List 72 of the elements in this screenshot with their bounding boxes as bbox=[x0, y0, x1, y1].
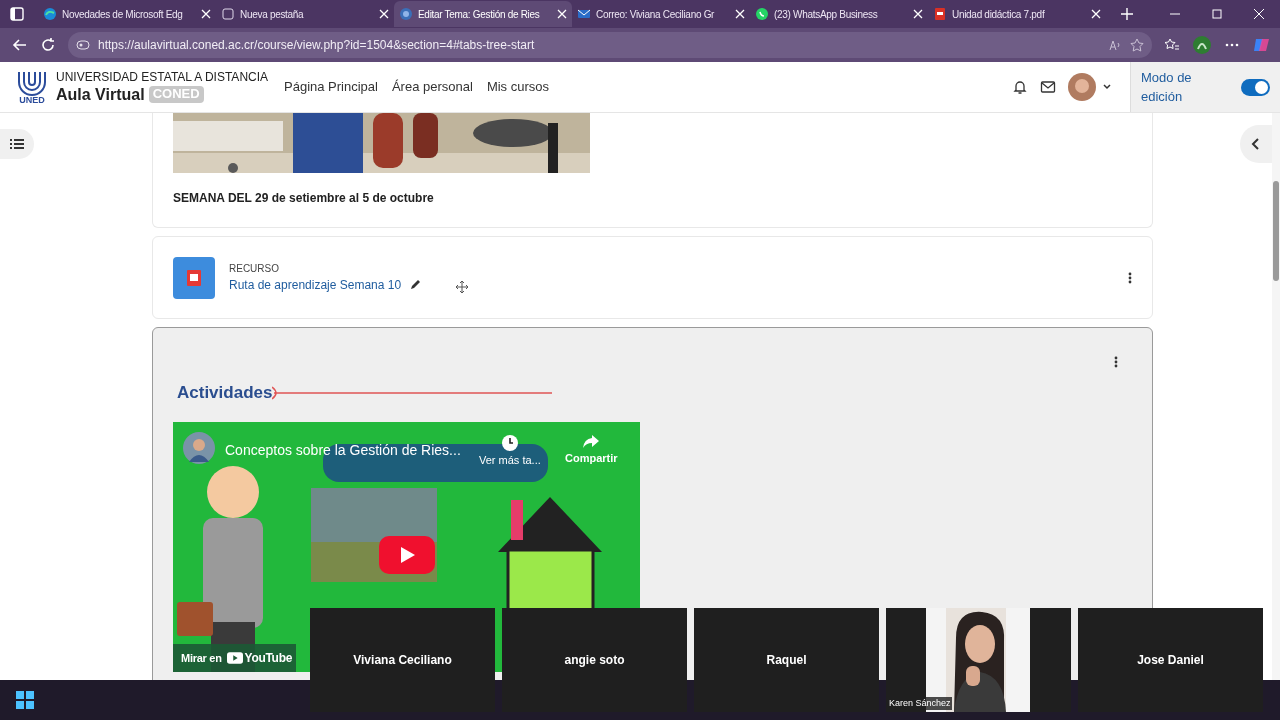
participant-name: angie soto bbox=[564, 652, 625, 669]
participant-name: Karen Sánchez bbox=[888, 696, 952, 710]
nav-link[interactable]: Área personal bbox=[391, 77, 473, 97]
address-bar[interactable]: https://aulavirtual.coned.ac.cr/course/view.php?id=1504&section=4#tabs-tree-start bbox=[68, 32, 1152, 58]
restore-icon[interactable] bbox=[1210, 7, 1224, 21]
refresh-icon[interactable] bbox=[40, 37, 56, 53]
close-tab-icon[interactable] bbox=[379, 9, 389, 19]
activities-heading: Actividades bbox=[176, 382, 273, 405]
course-index-toggle[interactable] bbox=[0, 129, 34, 159]
nav-link[interactable]: Página Principal bbox=[284, 77, 378, 97]
drawer-toggle[interactable] bbox=[1240, 125, 1272, 163]
browser-tab[interactable]: Editar Tema: Gestión de Ries bbox=[394, 1, 572, 27]
participant-name: Viviana Ceciliano bbox=[353, 652, 452, 669]
watch-later-label[interactable]: Ver más ta... bbox=[479, 452, 541, 469]
watch-on-youtube-bar[interactable]: Mirar en YouTube bbox=[173, 644, 297, 672]
resource-icon bbox=[173, 256, 215, 299]
user-avatar[interactable] bbox=[1068, 73, 1096, 101]
more-actions-icon[interactable] bbox=[1128, 271, 1132, 284]
start-icon[interactable] bbox=[16, 691, 34, 709]
move-icon[interactable] bbox=[455, 280, 470, 294]
browser-tab[interactable]: Correo: Viviana Ceciliano Gr bbox=[572, 1, 750, 27]
university-name: UNIVERSIDAD ESTATAL A DISTANCIA bbox=[56, 69, 269, 85]
browser-tab[interactable]: Novedades de Microsoft Edg bbox=[38, 1, 216, 27]
favorites-icon[interactable] bbox=[1164, 37, 1180, 53]
youtube-play-icon bbox=[226, 652, 243, 664]
play-button-icon[interactable] bbox=[379, 536, 435, 574]
back-icon[interactable] bbox=[12, 37, 28, 53]
browser-logo-icon bbox=[43, 7, 57, 21]
close-tab-icon[interactable] bbox=[735, 9, 745, 19]
logo-text: UNED bbox=[19, 95, 45, 105]
close-tab-icon[interactable] bbox=[1091, 9, 1101, 19]
pdf-icon bbox=[933, 7, 947, 21]
university-logo-icon bbox=[16, 69, 48, 96]
url-text: https://aulavirtual.coned.ac.cr/course/view.php?id=1504&section=4#tabs-tree-start bbox=[98, 37, 536, 54]
read-aloud-icon[interactable] bbox=[1108, 38, 1122, 52]
share-icon[interactable] bbox=[582, 434, 601, 450]
edit-mode-toggle[interactable] bbox=[1240, 78, 1270, 96]
page-icon bbox=[221, 7, 235, 21]
extension-icon[interactable] bbox=[1192, 35, 1212, 55]
close-tab-icon[interactable] bbox=[557, 9, 567, 19]
mail-icon[interactable] bbox=[1040, 79, 1056, 95]
participant-name: Jose Daniel bbox=[1137, 652, 1204, 669]
scrollbar[interactable] bbox=[1272, 113, 1280, 680]
caret-icon[interactable] bbox=[1102, 82, 1112, 92]
chat-icon bbox=[755, 7, 769, 21]
resource-link[interactable]: Ruta de aprendizaje Semana 10 bbox=[229, 276, 402, 294]
close-icon[interactable] bbox=[1252, 7, 1266, 21]
nav-link[interactable]: Mis cursos bbox=[486, 77, 550, 97]
mail-icon bbox=[577, 7, 591, 21]
new-tab-icon[interactable] bbox=[1120, 7, 1134, 21]
edit-pencil-icon[interactable] bbox=[409, 279, 422, 291]
chevron-left-icon bbox=[1251, 138, 1261, 150]
tab-actions-icon[interactable] bbox=[10, 7, 24, 21]
channel-avatar[interactable] bbox=[183, 432, 215, 464]
browser-tab[interactable]: Unidad didáctica 7.pdf bbox=[928, 1, 1106, 27]
participant-name: Raquel bbox=[766, 652, 807, 669]
video-title[interactable]: Conceptos sobre la Gestión de Ries... bbox=[225, 440, 461, 461]
list-icon bbox=[10, 138, 24, 150]
browser-tab[interactable]: Nueva pestaña bbox=[216, 1, 394, 27]
more-actions-icon[interactable] bbox=[1114, 356, 1118, 368]
section-dates: SEMANA DEL 29 de setiembre al 5 de octubre bbox=[173, 190, 435, 207]
site-icon bbox=[399, 7, 413, 21]
clock-icon[interactable] bbox=[500, 434, 519, 452]
edit-mode-label: Modo de edición bbox=[1141, 68, 1193, 106]
browser-tab[interactable]: (23) WhatsApp Business bbox=[750, 1, 928, 27]
resource-type: RECURSO bbox=[229, 262, 280, 276]
star-icon[interactable] bbox=[1130, 38, 1144, 52]
close-tab-icon[interactable] bbox=[913, 9, 923, 19]
notification-bell-icon[interactable] bbox=[1012, 79, 1028, 95]
close-tab-icon[interactable] bbox=[201, 9, 211, 19]
site-info-icon[interactable] bbox=[76, 38, 90, 52]
site-title: Aula Virtual bbox=[56, 84, 145, 105]
